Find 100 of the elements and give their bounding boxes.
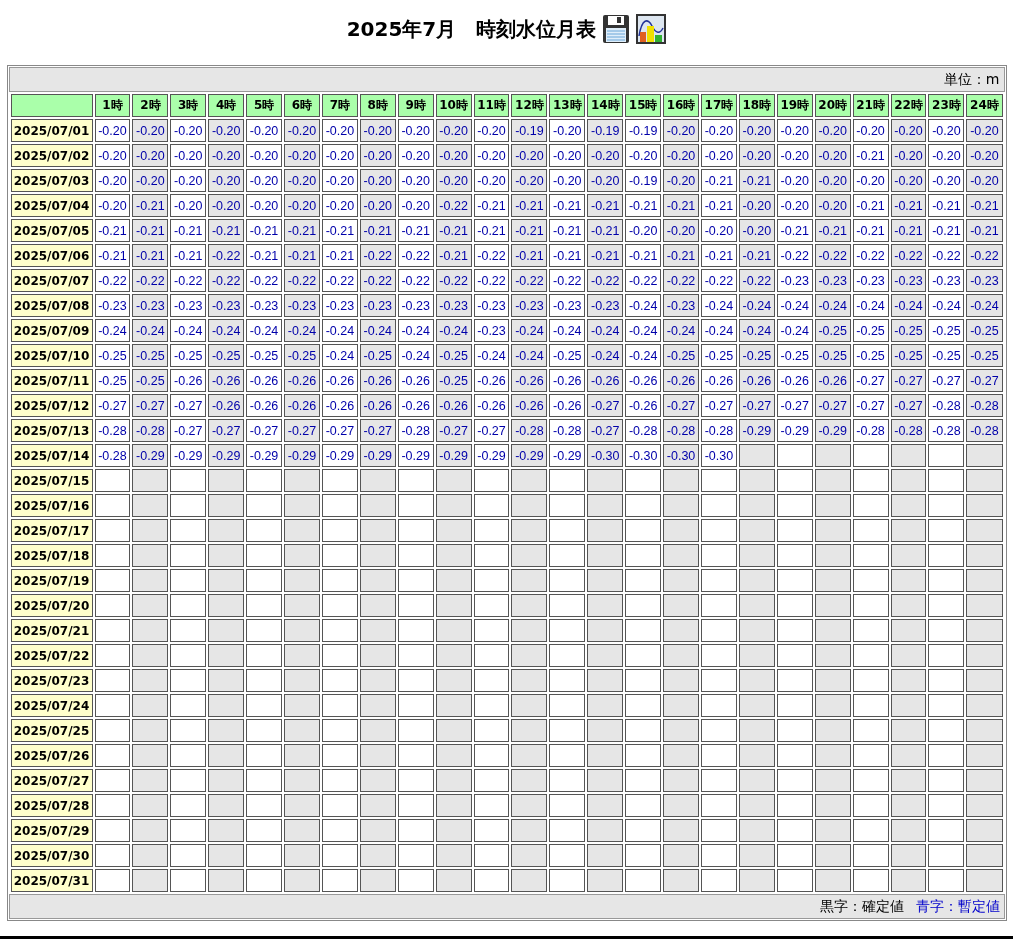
water-level-cell: -0.20 — [321, 194, 358, 217]
water-level-cell: -0.19 — [625, 169, 662, 192]
water-level-cell: -0.29 — [738, 419, 775, 442]
water-level-cell: -0.21 — [549, 194, 586, 217]
water-level-cell: -0.24 — [776, 319, 813, 342]
water-level-cell: -0.21 — [852, 194, 889, 217]
water-level-cell: -0.20 — [738, 144, 775, 167]
water-level-cell: -0.20 — [94, 169, 131, 192]
water-level-cell: -0.26 — [473, 369, 510, 392]
water-level-cell: -0.21 — [511, 244, 548, 267]
water-level-cell: -0.25 — [776, 344, 813, 367]
date-cell: 2025/07/01 — [10, 119, 93, 142]
water-level-cell: -0.26 — [170, 369, 207, 392]
water-level-cell: -0.24 — [284, 319, 320, 342]
date-cell: 2025/07/05 — [10, 219, 93, 242]
water-level-cell: -0.22 — [246, 269, 283, 292]
date-cell: 2025/07/12 — [10, 394, 93, 417]
water-level-cell: -0.23 — [246, 294, 283, 317]
water-level-cell: -0.20 — [246, 144, 283, 167]
date-cell: 2025/07/17 — [10, 519, 93, 542]
water-level-cell: -0.22 — [170, 269, 207, 292]
water-level-cell: -0.20 — [663, 219, 699, 242]
hour-header-cell: 5時 — [246, 94, 283, 117]
water-level-cell: -0.25 — [814, 319, 851, 342]
water-level-cell: -0.26 — [208, 369, 245, 392]
hour-header-cell: 16時 — [663, 94, 699, 117]
water-level-cell: -0.24 — [321, 344, 358, 367]
water-level-cell: -0.24 — [587, 344, 624, 367]
water-level-cell: -0.21 — [587, 219, 624, 242]
hour-header-cell: 7時 — [321, 94, 358, 117]
water-level-cell: -0.24 — [966, 294, 1003, 317]
water-level-cell: -0.20 — [776, 144, 813, 167]
water-level-cell: -0.25 — [94, 344, 131, 367]
hour-header-cell: 20時 — [814, 94, 851, 117]
water-level-cell: -0.24 — [511, 319, 548, 342]
water-level-cell: -0.21 — [170, 219, 207, 242]
water-level-cell: -0.21 — [94, 244, 131, 267]
water-level-cell: -0.29 — [776, 419, 813, 442]
water-level-cell: -0.27 — [814, 394, 851, 417]
water-level-cell: -0.20 — [246, 169, 283, 192]
water-level-cell: -0.24 — [321, 319, 358, 342]
water-level-cell: -0.21 — [966, 219, 1003, 242]
water-level-cell: -0.20 — [435, 144, 472, 167]
water-level-cell: -0.20 — [890, 119, 927, 142]
water-level-cell: -0.22 — [435, 269, 472, 292]
chart-icon[interactable] — [636, 14, 667, 44]
water-level-cell: -0.20 — [321, 119, 358, 142]
water-level-cell: -0.22 — [359, 269, 396, 292]
water-level-cell: -0.22 — [587, 269, 624, 292]
water-level-cell: -0.23 — [132, 294, 169, 317]
water-level-cell: -0.25 — [852, 319, 889, 342]
date-cell: 2025/07/18 — [10, 544, 93, 567]
water-level-cell: -0.27 — [852, 369, 889, 392]
water-level-cell: -0.22 — [397, 269, 434, 292]
water-level-cell: -0.22 — [549, 269, 586, 292]
water-level-cell: -0.19 — [625, 119, 662, 142]
date-cell: 2025/07/26 — [10, 744, 93, 767]
water-level-cell: -0.24 — [435, 319, 472, 342]
water-level-cell: -0.21 — [625, 194, 662, 217]
water-level-cell: -0.28 — [625, 419, 662, 442]
water-level-cell: -0.20 — [814, 169, 851, 192]
water-level-cell: -0.20 — [776, 194, 813, 217]
water-level-cell: -0.27 — [738, 394, 775, 417]
water-level-cell: -0.26 — [587, 369, 624, 392]
water-level-cell: -0.21 — [928, 219, 965, 242]
water-level-cell: -0.20 — [511, 169, 548, 192]
date-cell: 2025/07/20 — [10, 594, 93, 617]
water-level-cell: -0.20 — [94, 194, 131, 217]
water-level-cell: -0.20 — [852, 169, 889, 192]
water-level-cell: -0.25 — [852, 344, 889, 367]
water-level-cell: -0.23 — [397, 294, 434, 317]
water-level-cell: -0.20 — [284, 144, 320, 167]
date-cell: 2025/07/28 — [10, 794, 93, 817]
water-level-cell: -0.26 — [625, 394, 662, 417]
water-level-cell: -0.20 — [284, 119, 320, 142]
water-level-cell: -0.20 — [814, 194, 851, 217]
water-level-cell: -0.24 — [738, 319, 775, 342]
water-level-cell: -0.20 — [966, 144, 1003, 167]
water-level-cell: -0.24 — [625, 294, 662, 317]
water-level-cell: -0.20 — [94, 119, 131, 142]
water-level-cell: -0.27 — [170, 394, 207, 417]
water-level-cell: -0.21 — [246, 219, 283, 242]
water-level-cell: -0.23 — [170, 294, 207, 317]
unit-label: 単位：m — [943, 70, 1000, 89]
water-level-cell: -0.26 — [246, 369, 283, 392]
water-level-cell: -0.20 — [132, 144, 169, 167]
water-level-cell: -0.22 — [663, 269, 699, 292]
date-cell: 2025/07/31 — [10, 869, 93, 892]
water-level-cell: -0.23 — [473, 294, 510, 317]
water-level-cell: -0.20 — [132, 169, 169, 192]
water-level-cell: -0.24 — [359, 319, 396, 342]
water-level-cell: -0.21 — [473, 219, 510, 242]
water-level-cell: -0.28 — [94, 419, 131, 442]
water-level-cell: -0.22 — [397, 244, 434, 267]
water-level-cell: -0.21 — [663, 194, 699, 217]
water-level-cell: -0.20 — [170, 194, 207, 217]
water-level-cell: -0.21 — [549, 219, 586, 242]
water-level-cell: -0.29 — [473, 444, 510, 467]
water-level-cell: -0.28 — [663, 419, 699, 442]
date-cell: 2025/07/21 — [10, 619, 93, 642]
